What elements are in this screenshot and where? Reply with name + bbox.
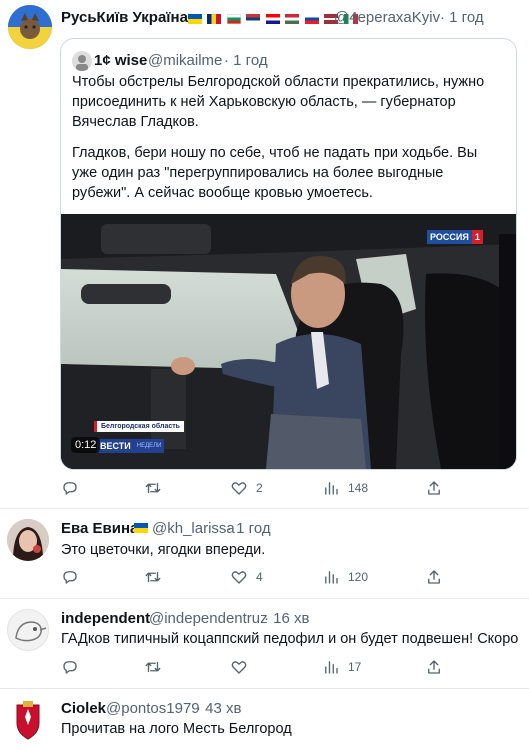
avatar[interactable]: [8, 5, 52, 49]
reply-button[interactable]: [61, 568, 79, 586]
heart-icon: [231, 482, 247, 495]
quote-author[interactable]: 1¢ wise: [94, 52, 147, 69]
channel-logo: РОССИЯ 1: [427, 230, 483, 244]
tweet-time[interactable]: · 1 год: [227, 520, 271, 537]
author-name[interactable]: РусьКиїв Україна: [61, 9, 188, 26]
avatar[interactable]: [7, 609, 49, 651]
show-logo-main: ВЕСТИ: [100, 441, 131, 451]
author-name[interactable]: Ева Евина: [61, 520, 138, 537]
author-handle[interactable]: @4eperaxaKyiv: [334, 9, 440, 26]
avatar[interactable]: [7, 699, 49, 741]
flag-hr-icon: [265, 14, 280, 24]
share-icon: [428, 660, 440, 674]
show-logo: ВЕСТИ НЕДЕЛИ: [97, 439, 165, 453]
tweet-text: ГАДков типичный коцаппский педофил и он …: [61, 631, 519, 647]
tweet-time[interactable]: · 1 год: [440, 9, 484, 26]
flag-ro-icon: [207, 14, 222, 24]
share-button[interactable]: [425, 658, 443, 676]
retweet-icon: [145, 482, 161, 494]
author-handle[interactable]: @kh_larissa: [152, 520, 235, 537]
share-icon: [428, 481, 440, 495]
share-button[interactable]: [425, 479, 443, 497]
channel-logo-number: 1: [471, 230, 483, 244]
retweet-button[interactable]: [144, 658, 162, 676]
views-icon: [325, 661, 338, 674]
video-timestamp: 0:12: [71, 437, 101, 453]
channel-logo-text: РОССИЯ: [427, 230, 472, 244]
author-name[interactable]: independent: [61, 610, 150, 627]
avatar[interactable]: [7, 519, 49, 561]
reply-button[interactable]: [61, 658, 79, 676]
tweet-text: Прочитав на лого Месть Белгород: [61, 721, 292, 737]
divider: [0, 598, 529, 599]
views-button[interactable]: 17: [322, 658, 361, 676]
reply-icon: [63, 571, 77, 584]
video-caption: Белгородская область: [94, 421, 184, 432]
like-button[interactable]: 2: [230, 479, 263, 497]
reply-icon: [63, 482, 77, 495]
flag-rs-icon: [246, 14, 261, 24]
retweet-icon: [145, 661, 161, 673]
heart-icon: [231, 571, 247, 584]
tweet-text: Это цветочки, ягодки впереди.: [61, 542, 266, 558]
quote-time[interactable]: · 1 год: [224, 52, 268, 69]
views-button[interactable]: 148: [322, 479, 368, 497]
views-button[interactable]: 120: [322, 568, 368, 586]
like-button[interactable]: [230, 658, 248, 676]
divider: [0, 688, 529, 689]
retweet-icon: [145, 571, 161, 583]
views-count: 17: [348, 660, 362, 674]
flag-ua-icon: [188, 14, 202, 24]
share-button[interactable]: [425, 568, 443, 586]
quote-handle[interactable]: @mikailme: [148, 52, 222, 69]
heart-icon: [231, 661, 247, 674]
author-handle[interactable]: @pontos1979: [106, 700, 200, 717]
flag-bg-icon: [226, 14, 241, 24]
divider: [0, 508, 529, 509]
retweet-button[interactable]: [144, 479, 162, 497]
quote-avatar: [72, 51, 92, 71]
reply-icon: [63, 661, 77, 674]
quote-text-2: Гладков, бери ношу по себе, чтоб не пада…: [72, 145, 478, 201]
views-icon: [325, 482, 338, 495]
author-handle[interactable]: @independentruz: [149, 610, 268, 627]
flag-sk-icon: [304, 14, 319, 24]
views-icon: [325, 571, 338, 584]
flag-hu-icon: [285, 14, 300, 24]
like-count: 4: [256, 570, 263, 584]
share-icon: [428, 570, 440, 584]
tweet-time[interactable]: · 16 хв: [264, 610, 309, 627]
author-name[interactable]: Ciolek: [61, 700, 106, 717]
video-player[interactable]: РОССИЯ 1 Белгородская область ВЕСТИ НЕДЕ…: [61, 214, 516, 469]
tweet-time[interactable]: · 43 хв: [196, 700, 241, 717]
retweet-button[interactable]: [144, 568, 162, 586]
views-count: 148: [348, 481, 369, 495]
quoted-tweet[interactable]: 1¢ wise @mikailme · 1 год Чтобы обстрелы…: [60, 38, 517, 470]
quote-text-1: Чтобы обстрелы Белгородской области прек…: [72, 74, 485, 130]
like-count: 2: [256, 481, 263, 495]
show-logo-sub: НЕДЕЛИ: [136, 443, 162, 449]
flag-ua-icon: [134, 523, 148, 533]
reply-button[interactable]: [61, 479, 79, 497]
like-button[interactable]: 4: [230, 568, 263, 586]
views-count: 120: [348, 570, 369, 584]
